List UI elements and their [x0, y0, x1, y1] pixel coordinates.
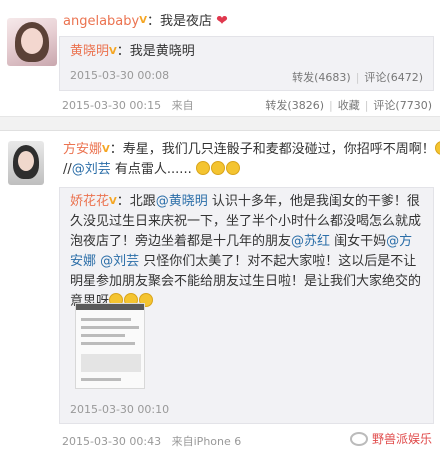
mention-link[interactable]: @刘芸 — [100, 254, 139, 269]
watermark-text: 野兽派娱乐 — [371, 432, 432, 446]
repost-username-link[interactable]: 黄晓明 — [70, 44, 109, 59]
mention-link[interactable]: @黄晓明 — [156, 194, 208, 209]
thumbnail-text-line — [81, 378, 121, 381]
post-header: 方安娜V：寿星，我们几只连骰子和麦都没碰过，你招呼不周啊！ — [63, 141, 440, 159]
avatar-face — [21, 28, 43, 54]
post-meta: 2015-03-30 00:43 来自iPhone 6 — [62, 433, 241, 449]
username-link[interactable]: 方安娜 — [63, 142, 102, 157]
heart-emoji-icon: ❤ — [216, 13, 228, 29]
comment-link[interactable]: 评论(7730) — [373, 99, 432, 112]
post-time[interactable]: 2015-03-30 00:43 — [62, 435, 161, 448]
wechat-icon — [349, 432, 368, 446]
post-source: 来自iPhone 6 — [171, 435, 242, 448]
forward-link[interactable]: 转发(3826) — [265, 99, 324, 112]
verified-icon: V — [109, 196, 117, 207]
emoji-icon — [210, 161, 225, 175]
repost-separator: // — [63, 162, 72, 177]
post-time[interactable]: 2015-03-30 00:15 — [62, 99, 161, 112]
repost-actions: 转发(4683) | 评论(6472) — [292, 71, 423, 84]
emoji-icon — [195, 161, 210, 175]
repost-box: 黄晓明V：我是黄晓明 2015-03-30 00:08 转发(4683) | 评论(… — [59, 36, 434, 91]
post-source: 来自 — [171, 99, 194, 112]
emoji-icon — [225, 161, 240, 175]
laugh-emoji-icon — [434, 141, 440, 155]
repost-text-block: 娇花花V：北跟@黄晓明 认识十多年，他是我闺女的干爹！很久没见过生日来庆祝一下，… — [70, 192, 425, 312]
repost-time[interactable]: 2015-03-30 00:08 — [70, 69, 169, 82]
thumbnail-text-line — [81, 342, 135, 345]
verified-icon: V — [139, 15, 147, 26]
post-divider — [0, 117, 440, 131]
post-text-line2: //@刘芸 有点雷人...... — [63, 161, 241, 179]
post-fang-anna: 方安娜V：寿星，我们几只连骰子和麦都没碰过，你招呼不周啊！ //@刘芸 有点雷人… — [0, 131, 440, 453]
thumbnail-statusbar — [76, 304, 144, 310]
thumbnail-quote-block — [81, 354, 141, 372]
repost-time[interactable]: 2015-03-30 00:10 — [70, 403, 169, 416]
attached-image-thumbnail[interactable] — [75, 303, 145, 389]
avatar[interactable] — [7, 18, 57, 66]
verified-icon: V — [109, 46, 117, 57]
thumbnail-text-line — [81, 318, 131, 321]
post-text: ：我是夜店 — [146, 14, 212, 29]
verified-icon: V — [102, 144, 110, 155]
repost-box: 娇花花V：北跟@黄晓明 认识十多年，他是我闺女的干爹！很久没见过生日来庆祝一下，… — [59, 187, 434, 424]
avatar[interactable] — [8, 141, 44, 185]
repost-seg: 闺女干妈 — [330, 234, 387, 249]
avatar-face — [18, 151, 34, 171]
thumbnail-text-line — [81, 334, 125, 337]
mention-link[interactable]: @刘芸 — [72, 162, 111, 177]
post-text: ：寿星，我们几只连骰子和麦都没碰过，你招呼不周啊！ — [109, 142, 435, 157]
thumbnail-text-line — [81, 326, 139, 329]
post-actions: 转发(3826) | 收藏 | 评论(7730) — [265, 99, 432, 112]
post-meta: 2015-03-30 00:15 来自 — [62, 97, 194, 113]
repost-comment-link[interactable]: 评论(6472) — [364, 71, 423, 84]
post-text-2: 有点雷人...... — [110, 162, 192, 177]
favorite-link[interactable]: 收藏 — [338, 99, 360, 112]
repost-forward-link[interactable]: 转发(4683) — [292, 71, 351, 84]
watermark: 野兽派娱乐 — [349, 430, 432, 447]
post-header: angelababyV：我是夜店 ❤ — [63, 12, 228, 31]
repost-username-link[interactable]: 娇花花 — [70, 194, 109, 209]
username-link[interactable]: angelababy — [63, 14, 139, 29]
repost-seg: ：北跟 — [116, 194, 156, 209]
repost-text: ：我是黄晓明 — [116, 44, 195, 59]
mention-link[interactable]: @苏红 — [291, 234, 330, 249]
repost-header: 黄晓明V：我是黄晓明 — [70, 43, 195, 61]
post-angelababy: angelababyV：我是夜店 ❤ 黄晓明V：我是黄晓明 2015-03-30… — [0, 0, 440, 117]
